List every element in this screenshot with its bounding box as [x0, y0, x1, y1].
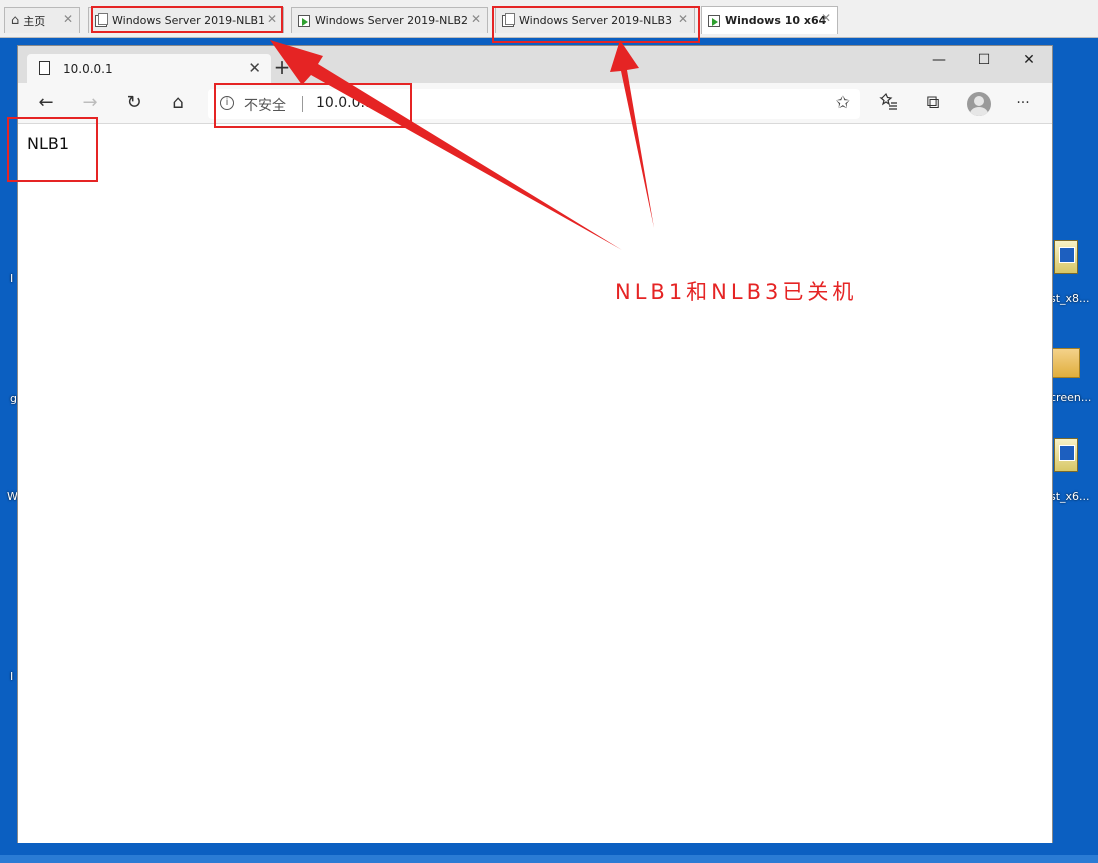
annotation-arrow-left — [270, 40, 622, 250]
taskbar-edge — [0, 855, 1098, 863]
annotation-arrow-right — [610, 40, 654, 228]
annotation-text: NLB1和NLB3已关机 — [615, 280, 858, 304]
annotation-arrows — [270, 40, 654, 250]
